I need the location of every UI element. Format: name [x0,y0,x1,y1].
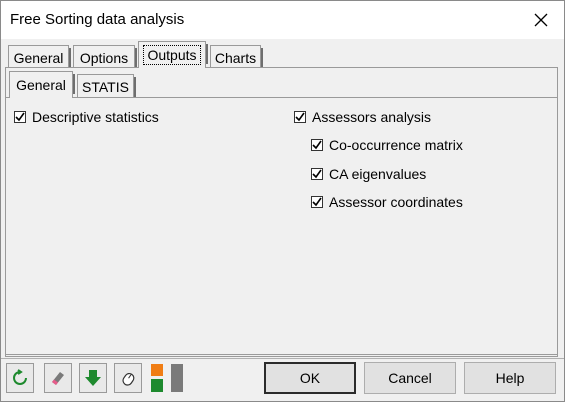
check-icon [312,140,322,150]
subtab-statis-label: STATIS [82,78,129,95]
help-button[interactable]: Help [464,362,556,394]
bottom-separator [1,358,564,359]
mouse-icon [122,372,135,386]
close-button[interactable] [518,1,564,39]
color-toggle-icon [151,364,183,392]
dialog-window: Free Sorting data analysis General Optio… [0,0,565,402]
assessor-coordinates-checkbox[interactable]: Assessor coordinates [311,194,463,210]
tab-options-label: Options [79,49,129,66]
co-occurrence-matrix-checkbox[interactable]: Co-occurrence matrix [311,137,463,153]
download-button[interactable] [79,363,107,393]
cancel-button-label: Cancel [388,370,432,386]
descriptive-statistics-checkbox[interactable]: Descriptive statistics [14,109,159,125]
selection-mode-button[interactable] [114,363,142,393]
checkbox-box[interactable] [311,139,323,151]
ok-button[interactable]: OK [264,362,356,394]
ca-eigenvalues-checkbox[interactable]: CA eigenvalues [311,166,426,182]
subtab-general[interactable]: General [9,71,75,98]
check-icon [312,197,322,207]
download-arrow-icon [85,370,101,386]
tab-general-label: General [13,49,64,66]
checkbox-box[interactable] [311,168,323,180]
checkbox-box[interactable] [14,111,26,123]
tab-charts-label: Charts [214,49,257,66]
tab-outputs-label: Outputs [143,45,201,65]
clear-button[interactable] [44,363,72,393]
cancel-button[interactable]: Cancel [364,362,456,394]
co-occurrence-matrix-label: Co-occurrence matrix [329,137,463,153]
help-button-label: Help [495,370,525,386]
assessors-analysis-checkbox[interactable]: Assessors analysis [294,109,431,125]
window-title: Free Sorting data analysis [10,11,185,28]
tab-general[interactable]: General [8,45,71,69]
subtab-statis[interactable]: STATIS [77,74,136,98]
tab-outputs[interactable]: Outputs [138,41,208,68]
descriptive-statistics-label: Descriptive statistics [32,109,159,125]
check-icon [295,112,305,122]
reset-button[interactable] [6,363,34,393]
ok-button-label: OK [299,370,321,386]
tab-options[interactable]: Options [73,45,137,69]
assessor-coordinates-label: Assessor coordinates [329,194,463,210]
general-subpanel [5,97,558,355]
color-toggle-button[interactable] [149,363,185,393]
assessors-analysis-label: Assessors analysis [312,109,432,125]
check-icon [15,112,25,122]
tab-charts[interactable]: Charts [210,45,263,69]
title-bar: Free Sorting data analysis [1,1,564,39]
checkbox-box[interactable] [311,196,323,208]
reset-icon [13,369,27,385]
check-icon [312,169,322,179]
eraser-icon [52,372,64,385]
ca-eigenvalues-label: CA eigenvalues [329,166,427,182]
checkbox-box[interactable] [294,111,306,123]
subtab-general-label: General [16,77,66,93]
close-icon [534,13,548,27]
